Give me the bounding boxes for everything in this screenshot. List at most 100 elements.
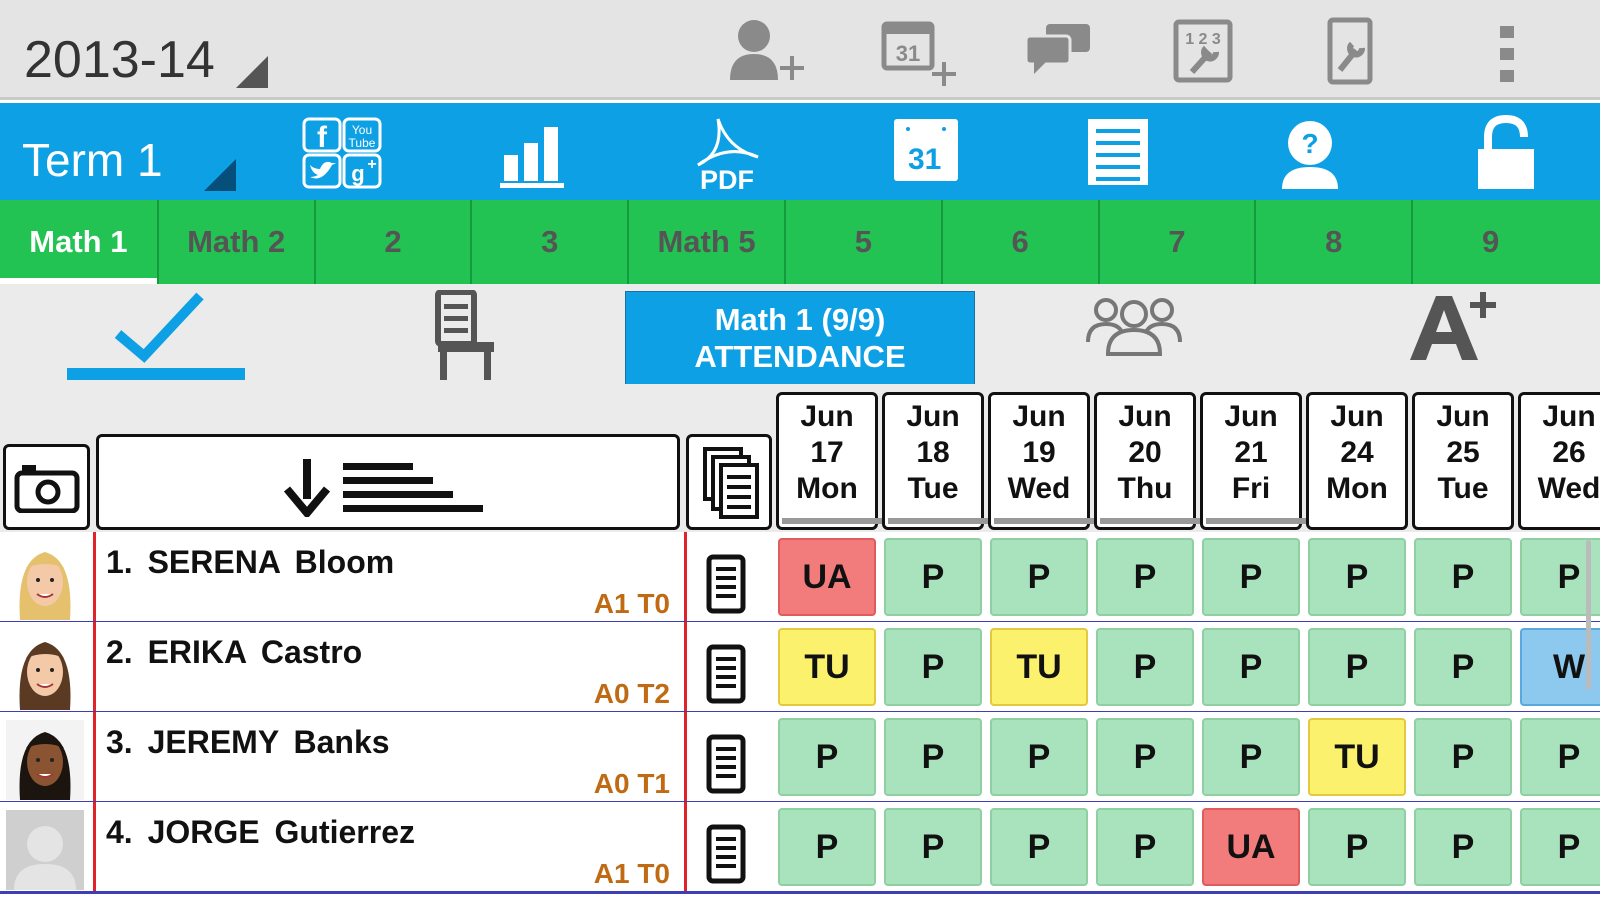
date-column-header[interactable]: Jun 20 Thu (1094, 392, 1196, 530)
student-name[interactable]: 2. ERIKA Castro (106, 634, 362, 671)
settings-icon[interactable] (1320, 14, 1400, 90)
svg-text:?: ? (1301, 128, 1318, 159)
avatar[interactable] (6, 540, 84, 620)
date-scroll-indicator (782, 518, 882, 524)
date-scroll-indicator (888, 518, 988, 524)
copy-pages-icon (703, 447, 759, 519)
attendance-cell[interactable]: UA (778, 538, 876, 616)
student-notes-icon[interactable] (706, 554, 746, 614)
sort-students-button[interactable] (96, 434, 680, 530)
attendance-cell[interactable]: P (1414, 538, 1512, 616)
schedule-settings-icon[interactable]: 1 2 3 (1170, 14, 1250, 90)
class-attendance-button[interactable]: Math 1 (9/9) ATTENDANCE (625, 291, 975, 386)
class-tab[interactable]: Math 2 (156, 200, 314, 284)
help-icon[interactable]: ? (1280, 113, 1370, 193)
attendance-cell[interactable]: UA (1202, 808, 1300, 886)
attendance-cell[interactable]: P (884, 718, 982, 796)
attendance-cell[interactable]: P (884, 808, 982, 886)
camera-button[interactable] (3, 444, 90, 530)
statistics-icon[interactable] (496, 113, 586, 193)
class-tab[interactable]: 8 (1254, 200, 1411, 284)
attendance-cell[interactable]: P (1308, 808, 1406, 886)
attendance-cell[interactable]: P (1096, 628, 1194, 706)
date-column-header[interactable]: Jun 24 Mon (1306, 392, 1408, 530)
student-row[interactable]: 2. ERIKA Castro A0 T2 TU P TU P P P P W (0, 622, 1600, 714)
attendance-cell[interactable]: P (990, 718, 1088, 796)
date-column-header[interactable]: Jun 19 Wed (988, 392, 1090, 530)
messages-icon[interactable] (1022, 14, 1102, 90)
date-weekday: Wed (1007, 472, 1071, 505)
date-column-header[interactable]: Jun 21 Fri (1200, 392, 1302, 530)
add-calendar-event-icon[interactable]: 31 (880, 14, 960, 90)
attendance-cell[interactable]: TU (1308, 718, 1406, 796)
attendance-cell[interactable]: P (1202, 718, 1300, 796)
class-tab[interactable]: 6 (940, 200, 1098, 284)
date-weekday: Fri (1231, 472, 1271, 505)
attendance-cell[interactable]: P (1096, 718, 1194, 796)
date-day: 21 (1234, 436, 1268, 469)
attendance-cell[interactable]: TU (778, 628, 876, 706)
school-year-selector[interactable]: 2013-14 (24, 30, 215, 90)
student-name[interactable]: 1. SERENA Bloom (106, 544, 394, 581)
absence-tardy-summary: A1 T0 (593, 588, 670, 619)
attendance-cell[interactable]: TU (990, 628, 1088, 706)
class-tab[interactable]: Math 1 (0, 200, 157, 284)
attendance-cell[interactable]: P (1096, 538, 1194, 616)
svg-text:g: g (351, 161, 364, 186)
scrollbar[interactable] (1586, 540, 1591, 690)
date-column-header[interactable]: Jun 18 Tue (882, 392, 984, 530)
class-tab[interactable]: 5 (783, 200, 941, 284)
date-column-header[interactable]: Jun 26 Wed (1518, 392, 1600, 530)
attendance-cell[interactable]: P (778, 808, 876, 886)
avatar[interactable] (6, 810, 84, 890)
column-divider (93, 532, 96, 621)
class-tab[interactable]: Math 5 (627, 200, 784, 284)
attendance-cell[interactable]: P (1308, 538, 1406, 616)
copy-attendance-button[interactable] (686, 434, 772, 530)
attendance-cell[interactable]: P (990, 808, 1088, 886)
attendance-check-icon[interactable] (110, 290, 210, 366)
term-selector[interactable]: Term 1 (22, 133, 163, 187)
student-name[interactable]: 4. JORGE Gutierrez (106, 814, 415, 851)
attendance-cell[interactable]: P (1414, 808, 1512, 886)
student-row[interactable]: 1. SERENA Bloom A1 T0 UA P P P P P P P (0, 532, 1600, 624)
overflow-menu-icon[interactable] (1488, 14, 1528, 90)
seating-chair-icon[interactable] (432, 290, 502, 382)
lock-icon[interactable] (1474, 113, 1564, 193)
attendance-cell[interactable]: P (1414, 718, 1512, 796)
student-row[interactable]: 4. JORGE Gutierrez A1 T0 P P P P UA P P P (0, 802, 1600, 894)
class-tab[interactable]: 9 (1411, 200, 1568, 284)
class-tab[interactable]: 3 (470, 200, 627, 284)
student-notes-icon[interactable] (706, 824, 746, 884)
class-tab[interactable]: 7 (1097, 200, 1255, 284)
class-title-line2: ATTENDANCE (694, 339, 906, 374)
groups-icon[interactable] (1084, 290, 1184, 358)
date-column-header[interactable]: Jun 17 Mon (776, 392, 878, 530)
student-notes-icon[interactable] (706, 644, 746, 704)
attendance-cell[interactable]: P (1308, 628, 1406, 706)
student-name[interactable]: 3. JEREMY Banks (106, 724, 390, 761)
list-icon[interactable] (1080, 113, 1170, 193)
attendance-cell[interactable]: P (778, 718, 876, 796)
date-column-header[interactable]: Jun 25 Tue (1412, 392, 1514, 530)
attendance-cell[interactable]: P (1202, 628, 1300, 706)
avatar[interactable] (6, 630, 84, 710)
grades-icon[interactable] (1406, 288, 1498, 366)
social-media-icon[interactable]: f You Tube g + (300, 113, 390, 193)
attendance-cell[interactable]: P (1202, 538, 1300, 616)
attendance-cell[interactable]: P (1096, 808, 1194, 886)
term-dropdown-icon[interactable] (204, 159, 236, 191)
add-student-icon[interactable] (728, 14, 808, 90)
attendance-cell[interactable]: P (990, 538, 1088, 616)
avatar[interactable] (6, 720, 84, 800)
class-tab[interactable]: 2 (313, 200, 471, 284)
camera-icon (14, 465, 80, 513)
attendance-cell[interactable]: P (884, 538, 982, 616)
attendance-cell[interactable]: P (1414, 628, 1512, 706)
attendance-cell[interactable]: P (1520, 808, 1600, 886)
attendance-cell[interactable]: P (1520, 718, 1600, 796)
year-dropdown-icon[interactable] (236, 56, 268, 88)
attendance-cell[interactable]: P (884, 628, 982, 706)
student-notes-icon[interactable] (706, 734, 746, 794)
student-row[interactable]: 3. JEREMY Banks A0 T1 P P P P P TU P P (0, 712, 1600, 804)
